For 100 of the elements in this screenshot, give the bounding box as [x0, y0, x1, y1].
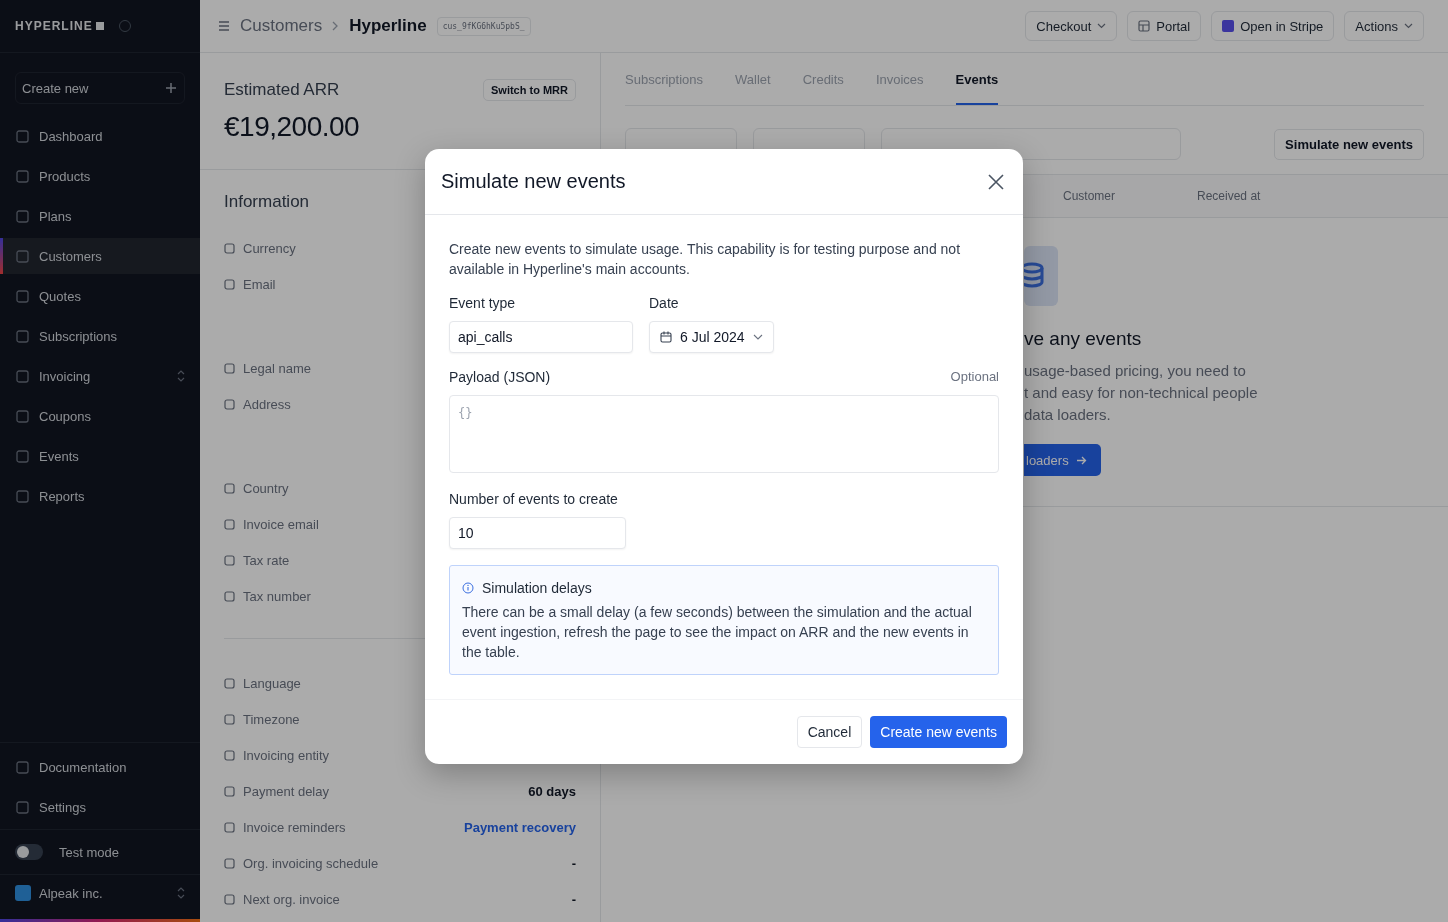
list-icon: [218, 20, 230, 32]
sidebar-item[interactable]: Coupons: [0, 398, 200, 434]
square-icon: [95, 22, 104, 30]
dialog-title: Simulate new events: [441, 170, 626, 193]
database-icon: [1024, 246, 1058, 306]
sidebar-item[interactable]: Invoicing: [0, 358, 200, 394]
square-icon: [224, 242, 235, 254]
section-title: Estimated ARR: [224, 80, 340, 100]
column-header: Received at: [1197, 189, 1261, 203]
square-icon: [16, 760, 29, 774]
square-icon: [224, 554, 235, 566]
field-value: -: [571, 891, 576, 907]
sidebar-item[interactable]: Products: [0, 158, 200, 194]
empty-state-title: ve any events: [1024, 328, 1142, 350]
stripe-logo-icon: [1222, 20, 1235, 32]
header-button[interactable]: Actions: [1344, 11, 1424, 41]
sidebar-item[interactable]: Documentation: [0, 749, 200, 785]
field-label: Address: [243, 396, 291, 412]
field-value: -: [571, 855, 576, 871]
square-icon: [16, 289, 29, 303]
sidebar-item[interactable]: Subscriptions: [0, 318, 200, 354]
toggle-label: Test mode: [59, 844, 120, 860]
create-new-button[interactable]: Create new: [15, 72, 185, 104]
field-label: Number of events to create: [449, 491, 618, 507]
square-icon: [16, 489, 29, 503]
square-icon: [224, 590, 235, 602]
field-label: Timezone: [243, 711, 300, 727]
section-title: Information: [224, 192, 311, 212]
field-label: Payload (JSON): [449, 369, 551, 385]
sidebar-item[interactable]: Plans: [0, 198, 200, 234]
simulate-button[interactable]: Simulate new events: [1274, 128, 1424, 160]
square-icon: [224, 362, 235, 374]
sidebar-item[interactable]: Events: [0, 438, 200, 474]
field-label: Tax number: [243, 588, 311, 604]
tab[interactable]: Events: [955, 53, 999, 105]
chevron-right-icon: [332, 21, 340, 31]
field-label: Invoicing entity: [243, 747, 329, 763]
calendar-icon: [660, 331, 672, 343]
square-icon: [224, 278, 235, 290]
field-label: Language: [243, 675, 301, 691]
logo: HYPERLINE: [15, 19, 93, 33]
field-label: Legal name: [243, 360, 311, 376]
square-icon: [16, 409, 29, 423]
field-link[interactable]: Payment recovery: [464, 819, 576, 835]
optional-hint: Optional: [950, 369, 999, 386]
page-title: Hyperline: [349, 16, 427, 36]
header-button[interactable]: Checkout: [1025, 11, 1118, 41]
info-icon: [462, 582, 474, 594]
chevron-down-icon: [752, 334, 763, 340]
create-events-button[interactable]: Create new events: [870, 716, 1007, 748]
avatar-icon: [15, 885, 31, 901]
plus-icon: [166, 83, 176, 93]
toggle-switch[interactable]: [15, 844, 43, 860]
square-icon: [224, 749, 235, 761]
empty-state-text: data loaders.: [1024, 405, 1111, 425]
field-label: Invoice email: [243, 516, 319, 532]
field-label: Next org. invoice: [243, 891, 340, 907]
chevron-updown-icon: [177, 887, 185, 899]
notice-title: Simulation delays: [482, 580, 592, 596]
square-icon: [224, 677, 235, 689]
chevron-updown-icon: [177, 370, 185, 382]
square-icon: [16, 169, 29, 183]
notice-text: There can be a small delay (a few seconds) between the simulation and the actual event ingestion, refresh the page to see the impact on ARR and the new events in the table.: [462, 603, 973, 662]
field-label: Date: [649, 295, 680, 311]
header-button[interactable]: Open in Stripe: [1211, 11, 1335, 41]
empty-state-text: usage-based pricing, you need to: [1024, 361, 1246, 381]
square-icon: [224, 857, 235, 869]
breadcrumb-link[interactable]: Customers: [240, 16, 323, 36]
sidebar-item[interactable]: Dashboard: [0, 118, 200, 154]
cancel-button[interactable]: Cancel: [796, 716, 863, 748]
chevron-down-icon: [1097, 23, 1107, 29]
sidebar-item[interactable]: Settings: [0, 789, 200, 825]
data-loaders-button[interactable]: loaders: [1024, 444, 1101, 476]
square-icon: [224, 821, 235, 833]
square-icon: [224, 398, 235, 410]
square-icon: [224, 893, 235, 905]
date-picker[interactable]: 6 Jul 2024: [649, 321, 774, 353]
field-label: Country: [243, 480, 289, 496]
payload-textarea[interactable]: {}: [449, 395, 999, 473]
event-count-input[interactable]: 10: [449, 517, 626, 549]
grid-icon: [1138, 20, 1151, 32]
event-type-input[interactable]: api_calls: [449, 321, 633, 353]
square-icon: [16, 800, 29, 814]
square-icon: [16, 369, 29, 383]
square-icon: [16, 329, 29, 343]
sidebar-item[interactable]: Reports: [0, 478, 200, 514]
empty-state-text: t and easy for non-technical people: [1024, 383, 1258, 403]
close-icon[interactable]: [987, 172, 1005, 191]
arrow-right-icon: [1076, 455, 1087, 465]
sidebar-item[interactable]: Customers: [0, 238, 200, 274]
chevron-down-icon: [1404, 23, 1413, 29]
switch-button[interactable]: Switch to MRR: [483, 79, 576, 101]
header-button[interactable]: Portal: [1127, 11, 1202, 41]
field-label: Org. invoicing schedule: [243, 855, 379, 871]
id-badge[interactable]: cus_9fKG6hKu5pbS_: [436, 16, 531, 36]
dialog-description: Create new events to simulate usage. This capability is for testing purpose and not available in Hyperline's main accounts.: [449, 240, 962, 279]
field-value: 60 days: [528, 783, 576, 799]
square-icon: [224, 785, 235, 797]
column-header: Customer: [1063, 189, 1115, 203]
sidebar-item[interactable]: Quotes: [0, 278, 200, 314]
